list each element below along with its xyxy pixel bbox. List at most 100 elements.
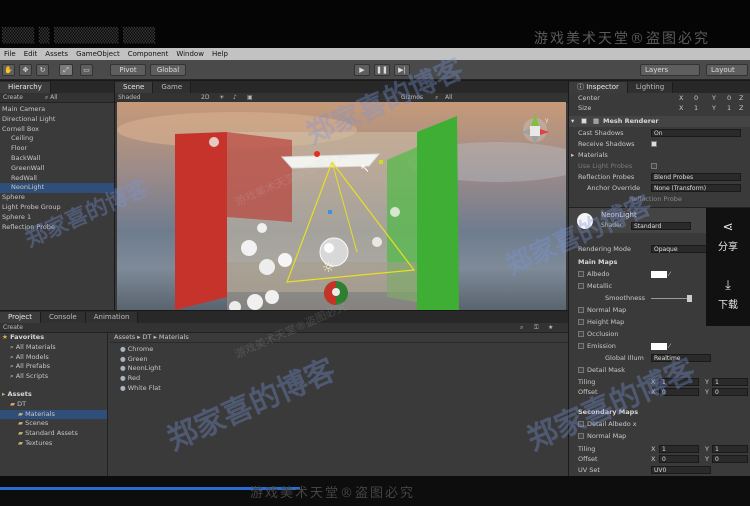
folder-item[interactable]: ▰ Scenes xyxy=(0,419,107,429)
hierarchy-item[interactable]: Cornell Box xyxy=(0,125,114,135)
layout-dropdown[interactable]: Layout xyxy=(706,64,748,76)
pivot-toggle[interactable]: Pivot xyxy=(110,64,146,76)
global-toggle[interactable]: Global xyxy=(150,64,186,76)
menu-file[interactable]: File xyxy=(0,50,20,58)
hierarchy-search-icon[interactable]: ⌕ xyxy=(45,94,48,101)
hierarchy-item[interactable]: GreenWall xyxy=(0,164,114,174)
project-create-button[interactable]: Create xyxy=(3,324,23,331)
global-illum-dropdown[interactable]: Realtime xyxy=(651,354,711,362)
tab-animation[interactable]: Animation xyxy=(85,312,139,323)
rect-tool-icon[interactable]: ▭ xyxy=(80,64,93,76)
hierarchy-item[interactable]: Main Camera xyxy=(0,105,114,115)
pause-button[interactable]: ❚❚ xyxy=(374,64,390,76)
hand-tool-icon[interactable]: ✋ xyxy=(2,64,15,76)
rotate-tool-icon[interactable]: ↻ xyxy=(36,64,49,76)
offset2-x-field[interactable]: 0 xyxy=(659,455,699,463)
mesh-renderer-header[interactable]: ▾ ▦ Mesh Renderer xyxy=(569,116,750,127)
lock-icon[interactable]: ⚿ xyxy=(534,323,539,333)
layers-dropdown[interactable]: Layers xyxy=(640,64,700,76)
move-tool-icon[interactable]: ✥ xyxy=(19,64,32,76)
tiling2-y-field[interactable]: 1 xyxy=(712,445,748,453)
material-file[interactable]: ● NeonLight xyxy=(110,364,568,374)
folder-item[interactable]: ▰ Materials xyxy=(0,409,107,420)
menu-component[interactable]: Component xyxy=(124,50,173,58)
menu-window[interactable]: Window xyxy=(172,50,208,58)
play-button[interactable]: ▶ xyxy=(354,64,370,76)
step-button[interactable]: ▶| xyxy=(394,64,410,76)
favorite-item[interactable]: ⌕ All Models xyxy=(0,353,107,363)
tab-scene[interactable]: Scene xyxy=(115,82,154,93)
favorite-item[interactable]: ⌕ All Materials xyxy=(0,343,107,353)
hierarchy-create-button[interactable]: Create xyxy=(3,94,23,101)
emission-slot[interactable] xyxy=(578,343,584,349)
normal-map-slot[interactable] xyxy=(578,307,584,313)
menu-gameobject[interactable]: GameObject xyxy=(72,50,124,58)
project-breadcrumb[interactable]: Assets ▸ DT ▸ Materials xyxy=(110,333,568,343)
hierarchy-item[interactable]: NeonLight xyxy=(0,183,114,194)
mesh-renderer-enabled-checkbox[interactable] xyxy=(581,118,587,124)
favorites-header[interactable]: ★ Favorites xyxy=(0,333,107,343)
hierarchy-item[interactable]: Directional Light xyxy=(0,115,114,125)
favorite-item[interactable]: ⌕ All Scripts xyxy=(0,372,107,382)
assets-header[interactable]: ▸ Assets xyxy=(0,390,107,400)
offset-x-field[interactable]: 0 xyxy=(659,388,699,396)
hierarchy-item[interactable]: Sphere xyxy=(0,193,114,203)
reflection-probes-dropdown[interactable]: Blend Probes xyxy=(651,173,741,181)
hierarchy-item[interactable]: Reflection Probe xyxy=(0,223,114,233)
detail-mask-slot[interactable] xyxy=(578,367,584,373)
folder-item[interactable]: ▰ Textures xyxy=(0,439,107,449)
smoothness-slider-track[interactable] xyxy=(651,298,691,299)
menu-edit[interactable]: Edit xyxy=(20,50,42,58)
tab-game[interactable]: Game xyxy=(153,82,192,93)
hierarchy-item[interactable]: Sphere 1 xyxy=(0,213,114,223)
star-icon[interactable]: ★ xyxy=(548,323,553,333)
share-icon[interactable]: ⋖ xyxy=(706,220,750,235)
height-map-slot[interactable] xyxy=(578,319,584,325)
tiling-y-field[interactable]: 1 xyxy=(712,378,748,386)
scene-viewport[interactable]: ☼ ↖ y xyxy=(117,102,566,310)
materials-row[interactable]: ▸ Materials xyxy=(569,150,750,161)
menu-help[interactable]: Help xyxy=(208,50,232,58)
menu-assets[interactable]: Assets xyxy=(41,50,72,58)
hierarchy-item[interactable]: Floor xyxy=(0,144,114,154)
albedo-texture-slot[interactable] xyxy=(578,271,584,277)
detail-albedo-slot[interactable] xyxy=(578,421,584,427)
hierarchy-item[interactable]: Light Probe Group xyxy=(0,203,114,213)
tab-lighting[interactable]: Lighting xyxy=(627,82,674,93)
folder-item[interactable]: ▰ DT xyxy=(0,400,107,410)
material-file[interactable]: ● White Flat xyxy=(110,384,568,394)
shading-dropdown[interactable]: Shaded xyxy=(118,94,141,101)
uv-set-dropdown[interactable]: UV0 xyxy=(651,466,711,474)
scale-tool-icon[interactable]: ⤢ xyxy=(59,64,73,76)
download-label[interactable]: 下载 xyxy=(706,296,750,311)
receive-shadows-checkbox[interactable] xyxy=(651,141,657,147)
tiling-x-field[interactable]: 1 xyxy=(659,378,699,386)
hierarchy-item[interactable]: BackWall xyxy=(0,154,114,164)
hierarchy-item[interactable]: Ceiling xyxy=(0,134,114,144)
tiling2-x-field[interactable]: 1 xyxy=(659,445,699,453)
project-search-icon[interactable]: ⌕ xyxy=(520,323,523,333)
material-file[interactable]: ● Red xyxy=(110,374,568,384)
emission-color-swatch[interactable] xyxy=(651,343,667,350)
cast-shadows-dropdown[interactable]: On xyxy=(651,129,741,137)
metallic-texture-slot[interactable] xyxy=(578,283,584,289)
shader-dropdown[interactable]: Standard xyxy=(631,222,691,230)
size-y-value[interactable]: 1 xyxy=(727,103,731,114)
occlusion-slot[interactable] xyxy=(578,331,584,337)
folder-item[interactable]: ▰ Standard Assets xyxy=(0,429,107,439)
hierarchy-item[interactable]: RedWall xyxy=(0,174,114,184)
offset2-y-field[interactable]: 0 xyxy=(712,455,748,463)
material-file[interactable]: ● Chrome xyxy=(110,345,568,355)
tab-inspector[interactable]: ⓘ Inspector xyxy=(569,82,628,93)
share-label[interactable]: 分享 xyxy=(706,238,750,253)
rendering-mode-dropdown[interactable]: Opaque xyxy=(651,245,711,253)
normal-map2-slot[interactable] xyxy=(578,433,584,439)
emission-picker-icon[interactable]: ⁄ xyxy=(669,341,670,352)
offset-y-field[interactable]: 0 xyxy=(712,388,748,396)
color-picker-icon[interactable]: ⁄ xyxy=(669,269,670,280)
tab-console[interactable]: Console xyxy=(40,312,86,323)
favorite-item[interactable]: ⌕ All Prefabs xyxy=(0,362,107,372)
tab-project[interactable]: Project xyxy=(0,312,41,323)
tab-hierarchy[interactable]: Hierarchy xyxy=(0,82,51,93)
smoothness-slider-thumb[interactable] xyxy=(687,295,692,302)
